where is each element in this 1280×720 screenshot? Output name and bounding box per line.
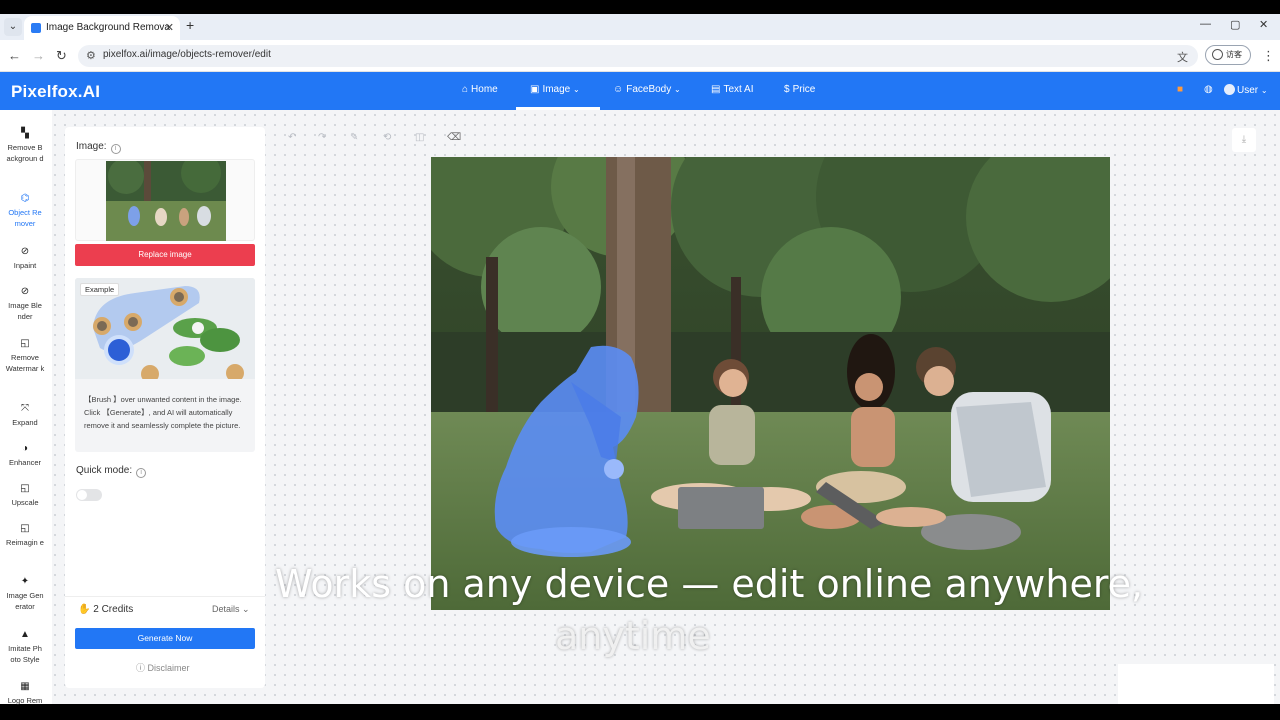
redo-icon[interactable]: ↷: [318, 132, 326, 143]
disclaimer-link[interactable]: ⓘ Disclaimer: [136, 661, 190, 674]
tab-close-icon[interactable]: ✕: [165, 16, 174, 40]
download-icon[interactable]: ⤓: [1232, 128, 1256, 152]
rail-inpaint[interactable]: ⊘ Inpaint: [2, 245, 48, 271]
logo-icon: ▦: [20, 681, 30, 692]
browser-tab[interactable]: Image Background Remova ✕: [24, 16, 180, 40]
url-text: pixelfox.ai/image/objects-remover/edit: [103, 49, 271, 60]
back-arrow-icon[interactable]: ←: [8, 48, 21, 63]
avatar: [1224, 84, 1235, 95]
example-card: Example 【Brush 】over unwanted content in…: [75, 278, 255, 452]
upscale-icon: ◱: [20, 483, 30, 494]
image-thumbnail[interactable]: [106, 161, 226, 241]
site-header: Pixelfox.AI ⌂ Home ▣ Image ⌄ ☺ FaceBody ⌄ ▤…: [0, 72, 1280, 110]
info-icon[interactable]: i: [136, 468, 147, 478]
face-icon: ☺: [613, 84, 624, 95]
address-bar: ← → ↻ ⚙ pixelfox.ai/image/objects-remove…: [0, 40, 1280, 72]
image-icon: ▣: [530, 84, 540, 95]
rail-upscale[interactable]: ◱ Upscale: [2, 482, 48, 508]
nav-image[interactable]: ▣ Image ⌄: [530, 84, 580, 95]
subtitle-line-1: Works on any device — edit online anywhe…: [275, 562, 1144, 606]
nav-facebody[interactable]: ☺ FaceBody ⌄: [613, 84, 681, 95]
profile-icon: [1212, 49, 1223, 60]
rail-expand[interactable]: ⤧ Expand: [2, 402, 48, 428]
image-label: Image: i: [76, 141, 121, 154]
info-circle-icon: ⓘ: [136, 663, 146, 673]
eraser-icon: ⌬: [20, 193, 30, 204]
blend-icon: ⊘: [20, 286, 30, 297]
brush-tool-icon[interactable]: ✎: [350, 132, 358, 143]
text-icon: ▤: [711, 84, 721, 95]
browser-tab-bar: ⌄ Image Background Remova ✕ + — ▢ ✕: [0, 14, 1280, 40]
nav-price[interactable]: $ Price: [784, 84, 815, 95]
url-field[interactable]: ⚙ pixelfox.ai/image/objects-remover/edit…: [78, 45, 1198, 67]
minimize-button[interactable]: —: [1200, 18, 1211, 30]
quick-mode-label: Quick mode: i: [76, 465, 147, 478]
translate-icon[interactable]: 文: [1177, 49, 1188, 65]
reimagine-icon: ◱: [20, 523, 30, 534]
user-menu[interactable]: User ⌄: [1224, 84, 1268, 96]
forward-arrow-icon[interactable]: →: [32, 48, 45, 63]
site-info-icon[interactable]: ⚙: [86, 49, 96, 62]
reset-icon[interactable]: ⟲: [383, 132, 391, 143]
close-window-button[interactable]: ✕: [1259, 18, 1268, 31]
checker-icon: ▚: [21, 128, 29, 139]
rail-remove-background[interactable]: ▚ Remove B ackgroun d: [2, 127, 48, 164]
compare-icon[interactable]: ◫: [415, 132, 424, 143]
subtitle-line-2: anytime: [555, 614, 711, 658]
eraser-tool-icon[interactable]: ⌫: [447, 132, 461, 143]
example-instructions: 【Brush 】over unwanted content in the ima…: [84, 395, 242, 430]
chevron-down-icon: ⌄: [573, 85, 580, 94]
gift-icon[interactable]: ■: [1177, 84, 1183, 95]
undo-icon[interactable]: ↶: [288, 132, 296, 143]
quick-mode-toggle[interactable]: [76, 489, 102, 501]
dollar-icon: $: [784, 84, 790, 95]
replace-image-button[interactable]: Replace image: [75, 244, 255, 266]
chevron-down-icon: ⌄: [1260, 86, 1268, 95]
example-tag: Example: [80, 283, 120, 296]
reload-icon[interactable]: ↻: [56, 48, 67, 64]
tab-title: Image Background Remova: [46, 22, 170, 33]
image-thumbnail-frame: [75, 159, 255, 241]
toggle-knob: [77, 490, 87, 500]
edit-canvas-image[interactable]: [431, 157, 1110, 610]
rail-logo-remover[interactable]: ▦ Logo Rem: [2, 680, 48, 706]
globe-icon[interactable]: ◍: [1204, 84, 1213, 95]
rail-enhancer[interactable]: ◑ Enhancer: [2, 442, 48, 468]
tab-search-chevron-icon[interactable]: ⌄: [4, 18, 22, 36]
nav-home[interactable]: ⌂ Home: [462, 84, 498, 95]
rail-image-blender[interactable]: ⊘ Image Ble nder: [2, 285, 48, 322]
profile-button[interactable]: 访客: [1205, 45, 1251, 65]
rail-reimagine[interactable]: ◱ Reimagin e: [2, 522, 48, 548]
overlay-block: [1118, 664, 1274, 704]
expand-icon: ⤧: [21, 403, 29, 414]
home-icon: ⌂: [462, 84, 469, 95]
profile-label: 访客: [1226, 50, 1242, 59]
favicon-icon: [31, 23, 41, 33]
contrast-icon: ◑: [21, 443, 29, 454]
chevron-down-icon: ⌄: [674, 85, 681, 94]
nav-text-ai[interactable]: ▤ Text AI: [711, 84, 753, 95]
new-tab-button[interactable]: +: [186, 17, 194, 33]
brush-icon: ⊘: [20, 246, 30, 257]
watermark-icon: ◱: [20, 338, 30, 349]
video-subtitle: Works on any device — edit online anywhe…: [0, 558, 1280, 662]
rail-remove-watermark[interactable]: ◱ Remove Watermar k: [2, 337, 48, 374]
screen: ⌄ Image Background Remova ✕ + — ▢ ✕ ← → …: [0, 0, 1280, 720]
info-icon[interactable]: i: [110, 144, 121, 154]
logo[interactable]: Pixelfox.AI: [11, 82, 100, 102]
browser-menu-icon[interactable]: ⋮: [1262, 48, 1275, 64]
maximize-button[interactable]: ▢: [1230, 18, 1240, 31]
rail-object-remover[interactable]: ⌬ Object Re mover: [2, 192, 48, 229]
